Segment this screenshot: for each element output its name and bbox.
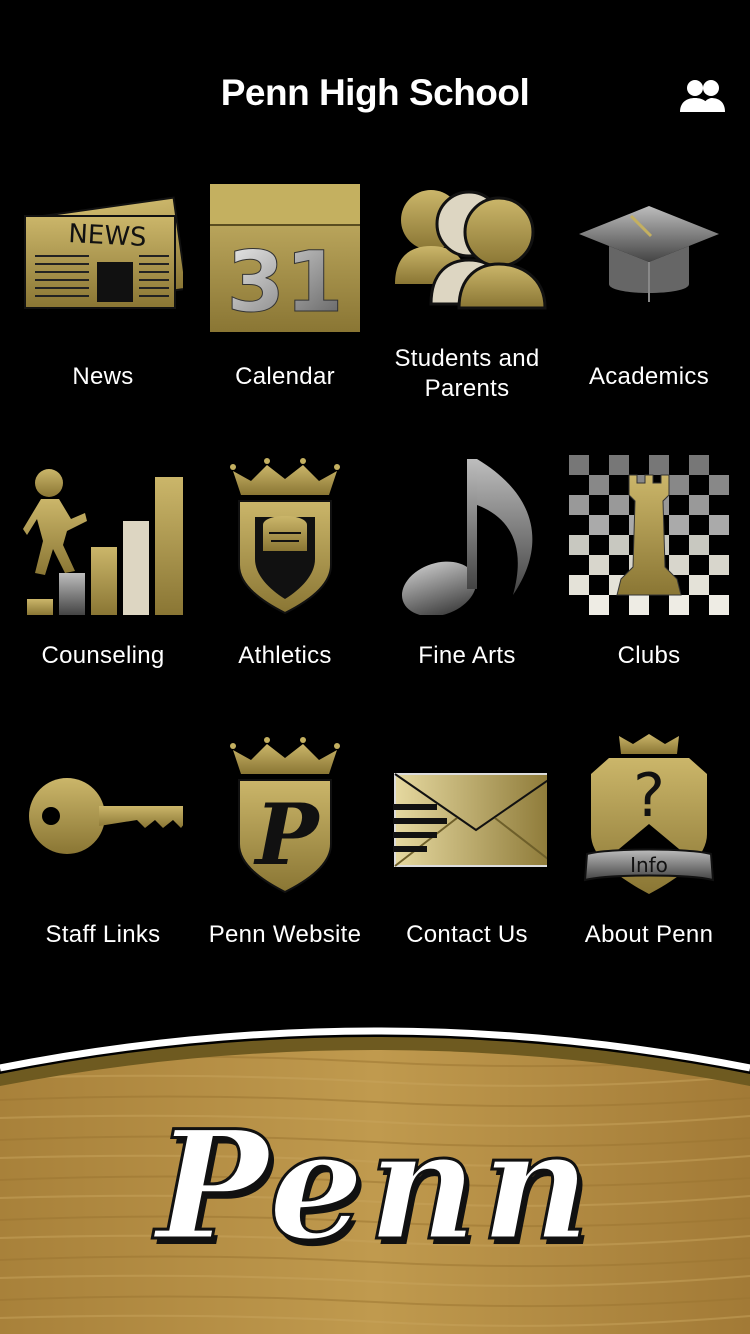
news-icon-text: NEWS xyxy=(68,219,148,253)
tile-staff-links-label: Staff Links xyxy=(45,921,161,948)
tile-news-label: News xyxy=(72,363,134,390)
tile-academics[interactable]: Academics xyxy=(558,176,740,436)
tile-penn-website[interactable]: P Penn Website xyxy=(194,734,376,994)
tile-penn-website-label: Penn Website xyxy=(208,921,362,948)
envelope-icon xyxy=(387,734,558,894)
p-shield-icon: P xyxy=(205,734,365,894)
page-title: Penn High School xyxy=(220,72,530,113)
tile-news[interactable]: NEWS News xyxy=(12,176,194,436)
newspaper-icon: NEWS xyxy=(23,176,188,336)
tile-about-penn[interactable]: ? Info About Penn xyxy=(558,734,740,994)
tile-fine-arts[interactable]: Fine Arts xyxy=(376,455,558,715)
people-icon[interactable] xyxy=(678,78,726,114)
music-note-icon xyxy=(387,455,547,617)
tile-academics-label: Academics xyxy=(588,363,710,390)
tile-calendar[interactable]: 31 Calendar xyxy=(194,176,376,436)
tile-students-parents[interactable]: Students and Parents xyxy=(376,176,558,436)
tile-clubs[interactable]: Clubs xyxy=(558,455,740,715)
info-shield-icon: ? Info xyxy=(569,734,729,894)
tile-students-parents-label: Students and Parents xyxy=(394,345,540,402)
group-icon xyxy=(387,176,547,336)
tile-contact-us-label: Contact Us xyxy=(406,921,528,948)
tile-counseling-label: Counseling xyxy=(41,642,165,669)
graduation-cap-icon xyxy=(569,176,729,336)
about-question-mark: ? xyxy=(633,761,665,831)
info-banner-text: Info xyxy=(630,853,668,877)
tile-contact-us[interactable]: Contact Us xyxy=(376,734,558,994)
p-shield-letter: P xyxy=(253,785,321,884)
tile-fine-arts-label: Fine Arts xyxy=(418,642,516,669)
tile-clubs-label: Clubs xyxy=(617,642,681,669)
header: Penn High School xyxy=(0,0,750,190)
tile-calendar-label: Calendar xyxy=(235,363,335,390)
tile-athletics[interactable]: Athletics xyxy=(194,455,376,715)
chess-rook-icon xyxy=(569,455,729,615)
home-screen: Penn High School NEWS News 31 Calendar S… xyxy=(0,0,750,1334)
calendar-icon: 31 xyxy=(205,176,365,336)
penn-logo-text: Penn xyxy=(154,1097,595,1276)
stairs-climber-icon xyxy=(23,455,183,615)
tile-athletics-label: Athletics xyxy=(238,642,332,669)
key-icon xyxy=(23,734,197,894)
calendar-day: 31 xyxy=(227,233,344,331)
tile-about-penn-label: About Penn xyxy=(584,921,714,948)
tile-counseling[interactable]: Counseling xyxy=(12,455,194,715)
tile-staff-links[interactable]: Staff Links xyxy=(12,734,197,994)
knight-shield-icon xyxy=(205,455,365,615)
